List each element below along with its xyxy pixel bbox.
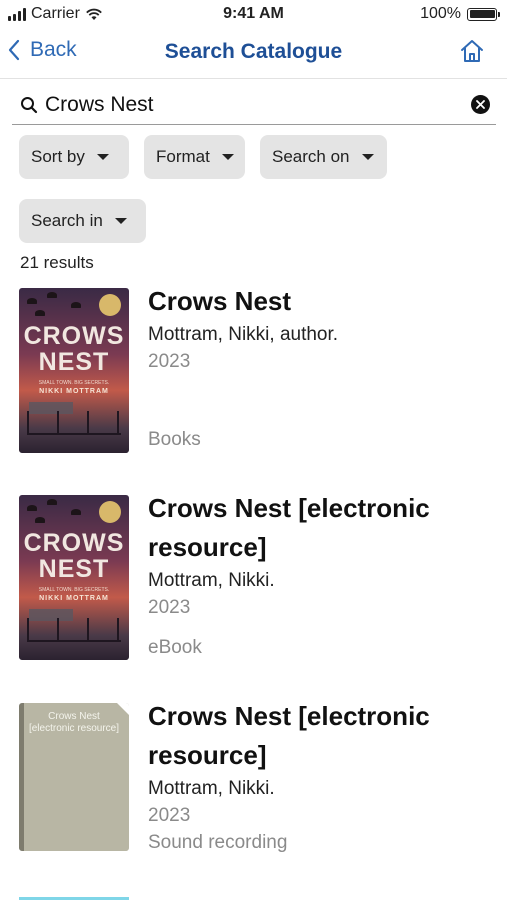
cover-title-line: NEST bbox=[38, 348, 110, 376]
result-item[interactable]: Crows Nest [electronic resource] Crows N… bbox=[0, 0, 507, 853]
cover-tagline: SMALL TOWN. BIG SECRETS. bbox=[38, 587, 110, 593]
result-format: Books bbox=[148, 429, 201, 450]
cover-author: NIKKI MOTTRAM bbox=[39, 388, 109, 395]
result-author: Mottram, Nikki. bbox=[148, 570, 275, 591]
result-title: Crows Nest bbox=[148, 286, 292, 316]
cover-title-line: NEST bbox=[38, 555, 110, 583]
result-format: eBook bbox=[148, 637, 202, 658]
cover-author: NIKKI MOTTRAM bbox=[39, 595, 109, 602]
result-year: 2023 bbox=[148, 805, 191, 826]
book-cover: CROWS NEST SMALL TOWN. BIG SECRETS. NIKK… bbox=[19, 495, 129, 660]
cover-title-line: CROWS bbox=[23, 529, 125, 557]
result-year: 2023 bbox=[148, 351, 191, 372]
cover-tagline: SMALL TOWN. BIG SECRETS. bbox=[38, 380, 110, 386]
result-title: Crows Nest [electronic resource] bbox=[148, 493, 430, 562]
book-cover: CROWS NEST SMALL TOWN. BIG SECRETS. NIKK… bbox=[19, 288, 129, 453]
audio-cover: Crows Nest [electronic resource] bbox=[19, 703, 129, 851]
result-count: 21 results bbox=[20, 253, 94, 272]
search-in-button[interactable]: Search in bbox=[19, 199, 146, 243]
caret-down-icon bbox=[114, 218, 127, 224]
result-author: Mottram, Nikki. bbox=[148, 778, 275, 799]
search-in-label: Search in bbox=[31, 211, 103, 230]
result-format: Sound recording bbox=[148, 832, 288, 853]
result-title: Crows Nest [electronic resource] bbox=[148, 701, 430, 770]
result-year: 2023 bbox=[148, 597, 191, 618]
cover-title-line: CROWS bbox=[23, 322, 125, 350]
result-author: Mottram, Nikki, author. bbox=[148, 324, 339, 345]
cover-label: Crows Nest [electronic resource] bbox=[28, 711, 120, 734]
